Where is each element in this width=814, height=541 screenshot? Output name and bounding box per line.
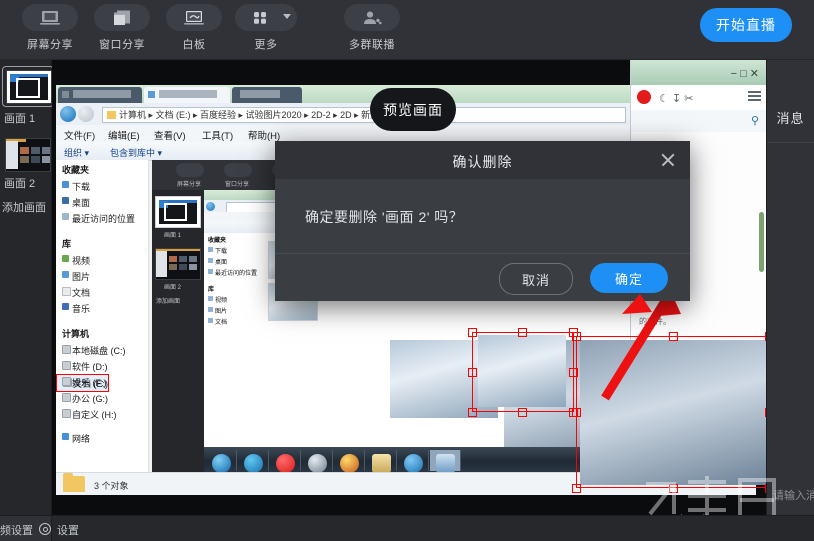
dialog-message: 确定要删除 '画面 2' 吗？ [305,209,464,225]
dialog-overlay: 确认删除 确定要删除 '画面 2' 吗？ 取消 确定 [0,0,814,541]
gear-icon[interactable] [39,523,51,535]
live-streaming-app-window: 屏幕分享 窗口分享 白板 更多 多群联播 开始直播 画面 1 画面 2 添加画面… [0,0,814,541]
video-settings-label[interactable]: 频设置 [0,522,33,538]
dialog-body: 确定要删除 '画面 2' 吗？ [275,179,690,253]
cancel-button[interactable]: 取消 [499,263,573,295]
close-icon[interactable] [658,150,678,170]
bottom-bar: 频设置 设置 [0,515,814,541]
confirm-delete-dialog: 确认删除 确定要删除 '画面 2' 吗？ 取消 确定 [275,141,690,301]
dialog-title: 确认删除 [452,154,513,170]
confirm-button[interactable]: 确定 [590,263,668,293]
dialog-header: 确认删除 [275,141,690,179]
settings-button[interactable]: 设置 [57,522,79,538]
dialog-footer: 取消 确定 [275,254,690,301]
